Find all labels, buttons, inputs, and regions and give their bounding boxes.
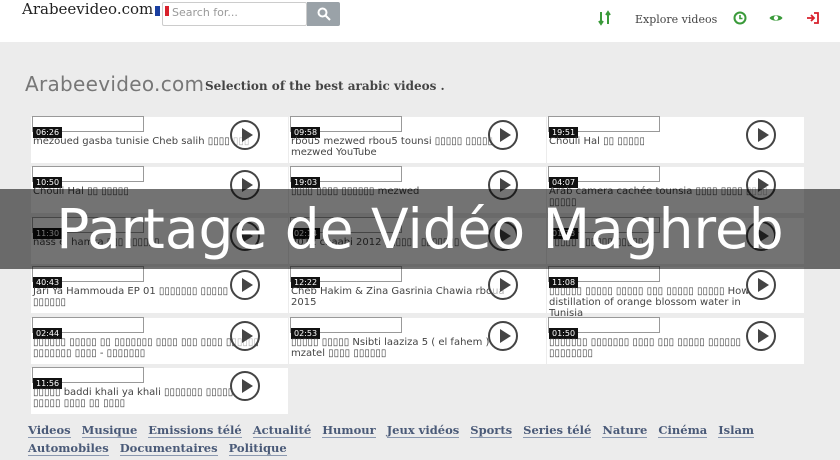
- category-link[interactable]: Islam: [718, 423, 755, 438]
- category-link[interactable]: Cinéma: [658, 423, 708, 438]
- video-card[interactable]: 19:51 Chouli Hal ▯▯ ▯▯▯▯▯: [547, 116, 804, 163]
- video-title[interactable]: rbou5 mezwed rbou5 tounsi ▯▯▯▯▯ ▯▯▯▯▯ me…: [291, 136, 519, 158]
- search-icon: [317, 7, 331, 21]
- category-link[interactable]: Series télé: [523, 423, 592, 438]
- video-title[interactable]: mezoued gasba tunisie Cheb salih ▯▯▯▯ ▯▯…: [33, 136, 261, 147]
- video-card[interactable]: 40:43 Jari Ya Hammouda EP 01 ▯▯▯▯▯▯▯ ▯▯▯▯…: [31, 266, 288, 313]
- category-link[interactable]: Emissions télé: [148, 423, 242, 438]
- video-card[interactable]: 01:50 ▯▯▯▯▯▯▯ ▯▯▯▯▯▯▯ ▯▯▯▯ ▯▯▯ ▯▯▯▯▯ ▯▯▯▯…: [547, 317, 804, 364]
- video-card[interactable]: 11:56 ▯▯▯▯▯ baddi khali ya khali ▯▯▯▯▯▯▯ …: [31, 367, 288, 414]
- category-link[interactable]: Politique: [228, 441, 287, 456]
- video-title[interactable]: ▯▯▯▯▯▯▯ ▯▯▯▯▯▯▯ ▯▯▯▯ ▯▯▯ ▯▯▯▯▯ ▯▯▯▯▯▯ ▯▯…: [549, 337, 777, 359]
- play-icon[interactable]: [488, 270, 518, 300]
- video-title[interactable]: Jari Ya Hammouda EP 01 ▯▯▯▯▯▯▯ ▯▯▯▯▯ ▯▯▯…: [33, 286, 261, 308]
- category-link[interactable]: Nature: [602, 423, 648, 438]
- video-title[interactable]: ▯▯▯▯▯ ▯▯▯▯▯ Nsibti laaziza 5 ( el fahem …: [291, 337, 519, 359]
- sort-icon[interactable]: [597, 10, 613, 26]
- play-icon[interactable]: [746, 120, 776, 150]
- logout-icon[interactable]: [805, 10, 821, 26]
- video-card[interactable]: 02:44 ▯▯▯▯▯▯ ▯▯▯▯▯ ▯▯ ▯▯▯▯▯▯▯ ▯▯▯▯ ▯▯▯ ▯▯…: [31, 317, 288, 364]
- category-link[interactable]: Sports: [470, 423, 513, 438]
- video-card[interactable]: 12:22 Cheb Hakim & Zina Gasrinia Chawia r…: [289, 266, 546, 313]
- explore-videos-link[interactable]: Explore videos: [635, 13, 717, 26]
- play-icon[interactable]: [746, 321, 776, 351]
- video-title[interactable]: ▯▯▯▯▯▯ ▯▯▯▯▯ ▯▯ ▯▯▯▯▯▯▯ ▯▯▯▯ ▯▯▯ ▯▯▯▯ ▯▯…: [33, 337, 261, 359]
- video-title[interactable]: ▯▯▯▯▯▯ ▯▯▯▯▯ ▯▯▯▯▯ ▯▯▯ ▯▯▯▯▯ ▯▯▯▯▯ How d…: [549, 286, 777, 319]
- category-link[interactable]: Documentaires: [119, 441, 218, 456]
- site-logo[interactable]: Arabeevideo.com: [22, 0, 170, 18]
- category-link[interactable]: Humour: [322, 423, 376, 438]
- search-input[interactable]: Search for...: [162, 2, 307, 26]
- video-card[interactable]: 11:08 ▯▯▯▯▯▯ ▯▯▯▯▯ ▯▯▯▯▯ ▯▯▯ ▯▯▯▯▯ ▯▯▯▯▯ …: [547, 266, 804, 319]
- search-button[interactable]: [307, 2, 340, 26]
- video-title[interactable]: Chouli Hal ▯▯ ▯▯▯▯▯: [549, 136, 777, 147]
- play-icon[interactable]: [230, 371, 260, 401]
- category-link[interactable]: Musique: [81, 423, 138, 438]
- play-icon[interactable]: [230, 120, 260, 150]
- page-title: Arabeevideo.com: [25, 72, 205, 96]
- video-card[interactable]: 02:53 ▯▯▯▯▯ ▯▯▯▯▯ Nsibti laaziza 5 ( el f…: [289, 317, 546, 364]
- top-navbar: Arabeevideo.com Search for... Explore vi…: [0, 0, 840, 43]
- category-link[interactable]: Jeux vidéos: [386, 423, 460, 438]
- category-links: Videos Musique Emissions télé Actualité …: [28, 421, 818, 457]
- banner-title: Partage de Vidéo Maghreb: [56, 197, 784, 261]
- play-icon[interactable]: [488, 321, 518, 351]
- category-link[interactable]: Automobiles: [28, 441, 109, 456]
- play-icon[interactable]: [488, 120, 518, 150]
- video-card[interactable]: 09:58 rbou5 mezwed rbou5 tounsi ▯▯▯▯▯ ▯▯▯…: [289, 116, 546, 163]
- video-title[interactable]: Cheb Hakim & Zina Gasrinia Chawia rboua …: [291, 286, 519, 308]
- play-icon[interactable]: [230, 321, 260, 351]
- clock-icon[interactable]: [732, 10, 748, 26]
- category-link[interactable]: Actualité: [252, 423, 312, 438]
- category-link[interactable]: Videos: [28, 423, 71, 438]
- video-card[interactable]: 06:26 mezoued gasba tunisie Cheb salih ▯▯…: [31, 116, 288, 163]
- logo-text[interactable]: Arabeevideo.com: [22, 0, 153, 18]
- video-title[interactable]: ▯▯▯▯▯ baddi khali ya khali ▯▯▯▯▯▯▯ ▯▯▯▯▯…: [33, 387, 261, 409]
- play-icon[interactable]: [230, 270, 260, 300]
- eye-icon[interactable]: [768, 10, 784, 26]
- play-icon[interactable]: [746, 270, 776, 300]
- page-subtitle: Selection of the best arabic videos .: [205, 79, 445, 93]
